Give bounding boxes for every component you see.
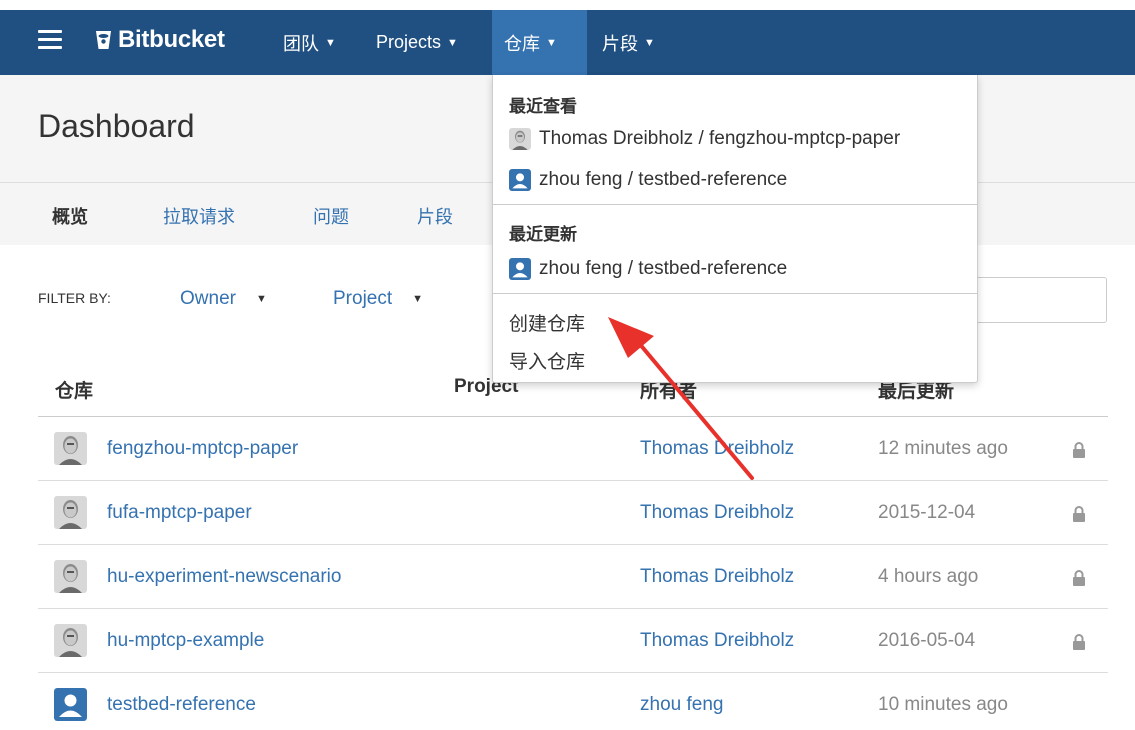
repo-link[interactable]: hu-experiment-newscenario: [107, 566, 341, 588]
repo-link[interactable]: hu-mptcp-example: [107, 630, 264, 652]
lock-icon: [1073, 570, 1085, 586]
last-updated: 2016-05-04: [878, 630, 976, 651]
owner-link[interactable]: Thomas Dreibholz: [640, 502, 794, 524]
chevron-down-icon: ▼: [644, 36, 655, 49]
nav-teams[interactable]: 团队 ▼: [271, 10, 348, 75]
photo-avatar: [509, 128, 531, 150]
photo-avatar: [54, 560, 87, 593]
project-filter[interactable]: Project ▼: [333, 288, 423, 310]
repo-link[interactable]: fufa-mptcp-paper: [107, 502, 252, 524]
last-updated: 10 minutes ago: [878, 694, 1008, 715]
last-updated: 2015-12-04: [878, 502, 976, 523]
nav-repositories[interactable]: 仓库 ▼: [492, 10, 587, 75]
last-updated: 12 minutes ago: [878, 438, 1008, 459]
top-nav-bar: Bitbucket 团队 ▼ Projects ▼ 仓库 ▼ 片段 ▼: [0, 0, 1135, 75]
table-row: fengzhou-mptcp-paper Thomas Dreibholz 12…: [38, 417, 1108, 481]
recent-updated-item[interactable]: zhou feng / testbed-reference: [509, 258, 787, 280]
import-repository-item[interactable]: 导入仓库: [509, 347, 585, 374]
menu-icon[interactable]: [38, 30, 62, 50]
tab-snippets[interactable]: 片段: [417, 203, 453, 229]
owner-link[interactable]: Thomas Dreibholz: [640, 630, 794, 652]
page-title: Dashboard: [38, 108, 195, 144]
lock-icon: [1073, 506, 1085, 522]
chevron-down-icon: ▼: [447, 36, 458, 49]
menu-divider: [493, 293, 977, 294]
tab-issues[interactable]: 问题: [313, 203, 349, 229]
recent-viewed-item[interactable]: zhou feng / testbed-reference: [509, 169, 787, 191]
bitbucket-bucket-icon: [96, 31, 111, 49]
tab-pull-requests[interactable]: 拉取请求: [163, 203, 235, 229]
last-updated: 4 hours ago: [878, 566, 979, 587]
lock-icon: [1073, 634, 1085, 650]
menu-divider: [493, 204, 977, 205]
table-row: hu-experiment-newscenario Thomas Dreibho…: [38, 545, 1108, 609]
chevron-down-icon: ▼: [546, 36, 557, 49]
filter-label: FILTER BY:: [38, 290, 111, 306]
nav-projects[interactable]: Projects ▼: [364, 10, 470, 75]
chevron-down-icon: ▼: [255, 292, 267, 305]
repo-link[interactable]: testbed-reference: [107, 694, 256, 716]
photo-avatar: [54, 624, 87, 657]
chevron-down-icon: ▼: [325, 36, 336, 49]
bitbucket-logo[interactable]: Bitbucket: [95, 26, 225, 54]
table-row: fufa-mptcp-paper Thomas Dreibholz 2015-1…: [38, 481, 1108, 545]
photo-avatar: [54, 496, 87, 529]
chevron-down-icon: ▼: [412, 292, 424, 305]
owner-link[interactable]: Thomas Dreibholz: [640, 438, 794, 460]
table-row: testbed-reference zhou feng 10 minutes a…: [38, 673, 1108, 730]
nav-snippets[interactable]: 片段 ▼: [590, 10, 667, 75]
lock-icon: [1073, 442, 1085, 458]
photo-avatar: [54, 432, 87, 465]
tab-overview[interactable]: 概览: [52, 203, 88, 229]
owner-filter[interactable]: Owner ▼: [180, 288, 267, 310]
user-avatar: [54, 688, 87, 721]
user-avatar: [509, 258, 531, 280]
owner-link[interactable]: zhou feng: [640, 694, 723, 716]
recent-viewed-item[interactable]: Thomas Dreibholz / fengzhou-mptcp-paper: [509, 128, 900, 150]
column-repository: 仓库: [55, 381, 94, 402]
repo-link[interactable]: fengzhou-mptcp-paper: [107, 438, 298, 460]
recently-viewed-heading: 最近查看: [509, 97, 577, 116]
user-avatar: [509, 169, 531, 191]
repositories-dropdown-menu: 最近查看 Thomas Dreibholz / fengzhou-mptcp-p…: [492, 75, 978, 383]
logo-text: Bitbucket: [118, 26, 225, 53]
create-repository-item[interactable]: 创建仓库: [509, 309, 585, 336]
table-row: hu-mptcp-example Thomas Dreibholz 2016-0…: [38, 609, 1108, 673]
owner-link[interactable]: Thomas Dreibholz: [640, 566, 794, 588]
recently-updated-heading: 最近更新: [509, 225, 577, 244]
